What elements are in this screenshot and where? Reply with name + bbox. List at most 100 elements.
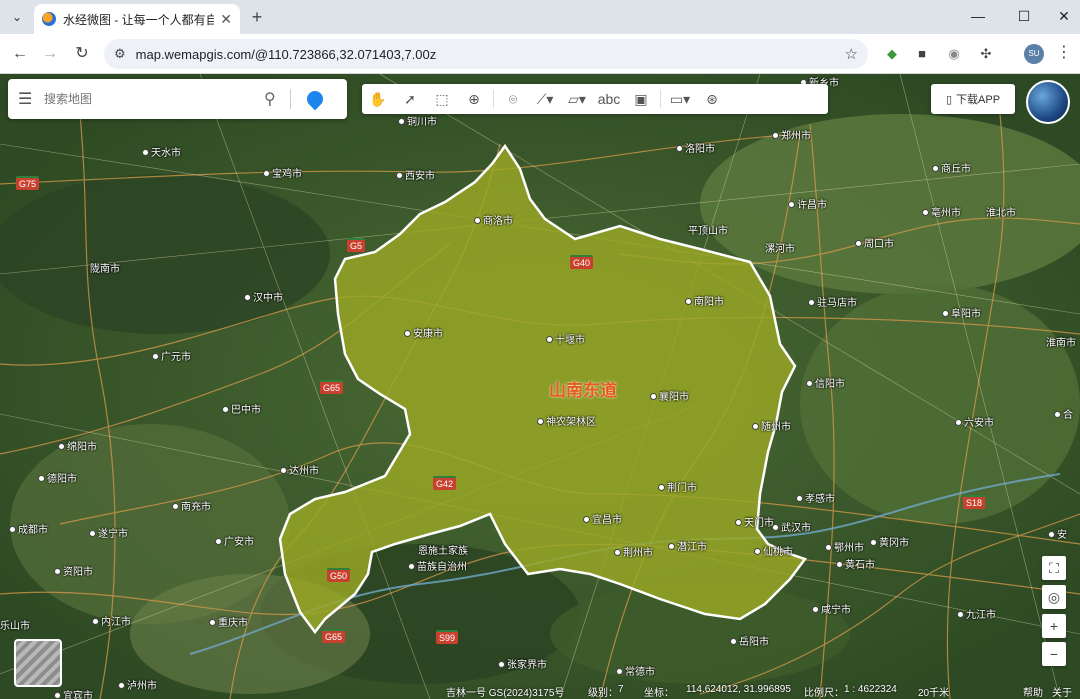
minimize-icon[interactable]: — bbox=[960, 4, 996, 28]
forward-arrow-icon[interactable]: → bbox=[38, 42, 62, 66]
city-label[interactable]: 仙桃市 bbox=[754, 543, 793, 558]
city-label[interactable]: 襄阳市 bbox=[650, 388, 689, 403]
city-label[interactable]: 遂宁市 bbox=[89, 525, 128, 540]
download-app-button[interactable]: ▯ 下载APP bbox=[931, 84, 1015, 114]
city-label[interactable]: 合 bbox=[1054, 406, 1073, 421]
city-label[interactable]: 平顶山市 bbox=[688, 222, 728, 237]
city-label[interactable]: 宜宾市 bbox=[54, 687, 93, 699]
map-canvas[interactable]: 山南东道 新乡市 铜川市 郑州市 天水市 宝鸡市 西安市 洛阳市 商丘市 商洛市… bbox=[0, 74, 1080, 699]
city-label[interactable]: 安康市 bbox=[404, 325, 443, 340]
city-label[interactable]: 周口市 bbox=[855, 235, 894, 250]
hamburger-menu-icon[interactable]: ☰ bbox=[18, 89, 36, 109]
city-label[interactable]: 宜昌市 bbox=[583, 511, 622, 526]
city-label[interactable]: 商洛市 bbox=[474, 212, 513, 227]
city-label[interactable]: 陇南市 bbox=[90, 260, 120, 275]
locate-me-icon[interactable]: ◎ bbox=[1042, 585, 1066, 609]
browser-menu-kebab-icon[interactable]: ⋮ bbox=[1056, 42, 1072, 62]
draw-polygon-icon[interactable]: ▱▾ bbox=[561, 84, 593, 114]
city-label[interactable]: 乐山市 bbox=[0, 617, 30, 632]
city-label[interactable]: 常德市 bbox=[616, 663, 655, 678]
city-label[interactable]: 郑州市 bbox=[772, 127, 811, 142]
url-text[interactable]: map.wemapgis.com/@110.723866,32.071403,7… bbox=[136, 47, 437, 62]
draw-line-icon[interactable]: ⟋▾ bbox=[529, 84, 561, 114]
city-label[interactable]: 随州市 bbox=[752, 418, 791, 433]
image-icon[interactable]: ▣ bbox=[625, 84, 657, 114]
city-label[interactable]: 许昌市 bbox=[788, 196, 827, 211]
measure-ruler-icon[interactable]: ▭▾ bbox=[664, 84, 696, 114]
region-label[interactable]: 山南东道 bbox=[549, 376, 617, 401]
tab-close-icon[interactable]: ✕ bbox=[220, 11, 232, 28]
city-label[interactable]: 安 bbox=[1048, 526, 1067, 541]
basemap-switcher-thumbnail[interactable] bbox=[14, 639, 62, 687]
city-label[interactable]: 黄石市 bbox=[836, 556, 875, 571]
new-tab-plus-icon[interactable]: + bbox=[246, 6, 268, 28]
city-label[interactable]: 岳阳市 bbox=[730, 633, 769, 648]
location-pin-icon[interactable] bbox=[303, 87, 327, 111]
city-label[interactable]: 淮北市 bbox=[986, 204, 1016, 219]
zoom-out-button[interactable]: − bbox=[1042, 642, 1066, 666]
city-label[interactable]: 洛阳市 bbox=[676, 140, 715, 155]
city-label[interactable]: 阜阳市 bbox=[942, 305, 981, 320]
city-label[interactable]: 德阳市 bbox=[38, 470, 77, 485]
search-input[interactable] bbox=[44, 92, 256, 106]
city-label[interactable]: 苗族自治州 bbox=[408, 558, 467, 573]
city-label[interactable]: 宝鸡市 bbox=[263, 165, 302, 180]
city-label[interactable]: 达州市 bbox=[280, 462, 319, 477]
city-label[interactable]: 荆门市 bbox=[658, 479, 697, 494]
city-label[interactable]: 漯河市 bbox=[765, 240, 795, 255]
city-label[interactable]: 十堰市 bbox=[546, 331, 585, 346]
city-label[interactable]: 驻马店市 bbox=[808, 294, 857, 309]
city-label[interactable]: 泸州市 bbox=[118, 677, 157, 692]
city-label[interactable]: 铜川市 bbox=[398, 113, 437, 128]
city-label[interactable]: 内江市 bbox=[92, 613, 131, 628]
reload-icon[interactable]: ↻ bbox=[70, 42, 94, 66]
city-label[interactable]: 广安市 bbox=[215, 533, 254, 548]
city-label[interactable]: 鄂州市 bbox=[825, 539, 864, 554]
text-label-icon[interactable]: abc bbox=[593, 84, 625, 114]
about-link[interactable]: 关于 bbox=[1052, 684, 1072, 699]
city-label[interactable]: 天门市 bbox=[735, 514, 774, 529]
globe-3d-icon[interactable] bbox=[1026, 80, 1070, 124]
pan-hand-icon[interactable]: ✋ bbox=[362, 84, 394, 114]
city-label[interactable]: 潜江市 bbox=[668, 538, 707, 553]
place-marker-icon[interactable]: ⌾ bbox=[497, 84, 529, 114]
city-label[interactable]: 孝感市 bbox=[796, 490, 835, 505]
site-info-tune-icon[interactable]: ⚙ bbox=[114, 46, 126, 62]
zoom-in-button[interactable]: + bbox=[1042, 614, 1066, 638]
fullscreen-icon[interactable]: ⛶ bbox=[1042, 556, 1066, 580]
city-label[interactable]: 成都市 bbox=[9, 521, 48, 536]
city-label[interactable]: 六安市 bbox=[955, 414, 994, 429]
extensions-puzzle-icon[interactable]: ✣ bbox=[976, 44, 996, 64]
city-label[interactable]: 汉中市 bbox=[244, 289, 283, 304]
box-select-icon[interactable]: ⬚ bbox=[426, 84, 458, 114]
city-label[interactable]: 神农架林区 bbox=[537, 413, 596, 428]
city-label[interactable]: 黄冈市 bbox=[870, 534, 909, 549]
profile-avatar[interactable]: SU bbox=[1024, 44, 1044, 64]
city-label[interactable]: 咸宁市 bbox=[812, 601, 851, 616]
pointer-select-icon[interactable]: ➚ bbox=[394, 84, 426, 114]
city-label[interactable]: 信阳市 bbox=[806, 375, 845, 390]
city-label[interactable]: 亳州市 bbox=[922, 204, 961, 219]
city-label[interactable]: 天水市 bbox=[142, 144, 181, 159]
extension-cube-icon[interactable]: ◆ bbox=[882, 44, 902, 64]
address-bar[interactable]: ⚙ map.wemapgis.com/@110.723866,32.071403… bbox=[104, 39, 868, 69]
globe-layers-icon[interactable]: ⊛ bbox=[696, 84, 728, 114]
city-label[interactable]: 广元市 bbox=[152, 348, 191, 363]
city-label[interactable]: 恩施土家族 bbox=[418, 542, 468, 557]
city-label[interactable]: 商丘市 bbox=[932, 160, 971, 175]
city-label[interactable]: 资阳市 bbox=[54, 563, 93, 578]
city-label[interactable]: 南充市 bbox=[172, 498, 211, 513]
back-arrow-icon[interactable]: ← bbox=[8, 42, 32, 66]
zoom-area-icon[interactable]: ⊕ bbox=[458, 84, 490, 114]
browser-tab-active[interactable]: 水经微图 - 让每一个人都有自己 ✕ bbox=[34, 4, 240, 34]
help-link[interactable]: 帮助 bbox=[1023, 684, 1043, 699]
city-label[interactable]: 武汉市 bbox=[772, 519, 811, 534]
city-label[interactable]: 张家界市 bbox=[498, 656, 547, 671]
search-icon[interactable]: ⚲ bbox=[264, 89, 276, 109]
city-label[interactable]: 九江市 bbox=[957, 606, 996, 621]
bookmark-star-icon[interactable]: ☆ bbox=[845, 45, 858, 63]
city-label[interactable]: 巴中市 bbox=[222, 401, 261, 416]
camera-icon[interactable]: ◉ bbox=[944, 44, 964, 64]
city-label[interactable]: 西安市 bbox=[396, 167, 435, 182]
extension-dark-icon[interactable]: ■ bbox=[912, 44, 932, 64]
